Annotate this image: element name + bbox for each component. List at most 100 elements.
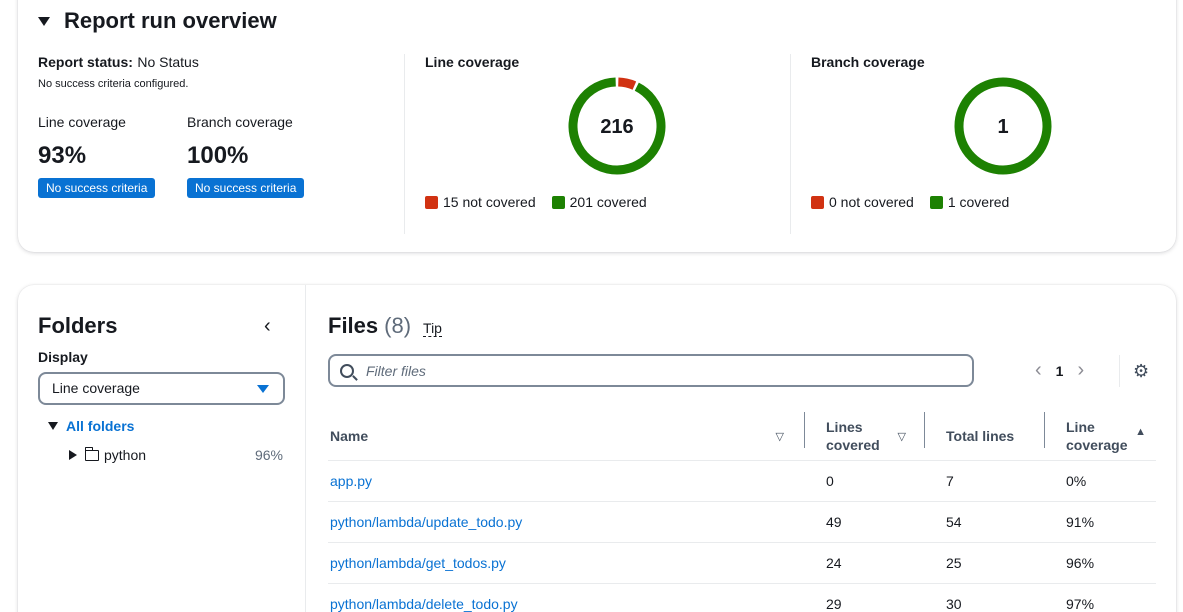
- column-lines-covered-label: Lines covered: [826, 418, 880, 453]
- column-header-name[interactable]: Name ▽: [328, 412, 806, 461]
- legend-not-covered-label: 0 not covered: [829, 194, 914, 210]
- display-select-value: Line coverage: [52, 380, 140, 396]
- branch-coverage-donut: 1: [954, 77, 1052, 175]
- legend-not-covered[interactable]: 15 not covered: [425, 194, 536, 210]
- lines-covered-cell: 49: [806, 501, 926, 543]
- search-icon: [340, 363, 354, 378]
- line-coverage-badge: No success criteria: [38, 178, 156, 198]
- legend-covered[interactable]: 201 covered: [551, 194, 647, 210]
- file-name-cell: python/lambda/get_todos.py: [328, 542, 806, 584]
- next-page-icon[interactable]: ›: [1077, 359, 1084, 382]
- column-name-label: Name: [330, 427, 369, 444]
- collapsed-caret-icon[interactable]: [69, 450, 77, 460]
- files-count: (8): [384, 313, 412, 338]
- table-row: python/lambda/update_todo.py 49 54 91%: [328, 501, 1156, 543]
- folder-coverage-pct: 96%: [254, 447, 283, 463]
- toolbar-divider: [1119, 355, 1120, 387]
- line-coverage-cell: 96%: [1046, 542, 1156, 584]
- pagination: ‹ 1 ›: [1035, 359, 1084, 382]
- previous-page-icon[interactable]: ‹: [1035, 359, 1042, 382]
- folders-panel: Folders ‹ Display Line coverage All fold…: [18, 285, 306, 612]
- branch-coverage-value: 100%: [187, 142, 249, 169]
- tree-all-folders[interactable]: All folders: [48, 418, 134, 434]
- lines-covered-cell: 0: [806, 460, 926, 502]
- file-name-cell: python/lambda/delete_todo.py: [328, 583, 806, 612]
- files-header: Files (8) Tip: [328, 313, 442, 339]
- folders-title: Folders: [38, 313, 118, 338]
- line-coverage-chart-column: Line coverage 216 15 not covered 201 cov…: [404, 54, 790, 234]
- file-name-cell: python/lambda/update_todo.py: [328, 501, 806, 543]
- files-panel: Files (8) Tip ‹ 1 › ⚙ Name ▽: [307, 285, 1176, 612]
- all-folders-label: All folders: [66, 418, 135, 434]
- line-chart-legend: 15 not covered 201 covered: [425, 194, 647, 210]
- total-lines-cell: 30: [926, 583, 1046, 612]
- line-coverage-value: 93%: [38, 142, 87, 169]
- branch-coverage-metric: Branch coverage 100% No success criteria: [187, 114, 305, 198]
- line-coverage-metric: Line coverage 93% No success criteria: [38, 114, 156, 198]
- tip-link[interactable]: Tip: [423, 320, 442, 337]
- file-name-cell: app.py: [328, 460, 806, 502]
- file-link[interactable]: python/lambda/get_todos.py: [330, 555, 506, 571]
- line-coverage-cell: 91%: [1046, 501, 1156, 543]
- sort-ascending-icon[interactable]: ▲: [1135, 426, 1146, 438]
- legend-covered-label: 1 covered: [947, 194, 1010, 210]
- column-header-line-coverage[interactable]: Line coverage ▲: [1044, 412, 1156, 461]
- files-card: Folders ‹ Display Line coverage All fold…: [18, 285, 1176, 612]
- current-page[interactable]: 1: [1056, 363, 1064, 379]
- folder-name: python: [104, 447, 147, 463]
- file-link[interactable]: python/lambda/update_todo.py: [330, 514, 522, 530]
- overview-title: Report run overview: [64, 8, 277, 33]
- sort-icon[interactable]: ▽: [898, 430, 906, 443]
- column-header-total-lines[interactable]: Total lines: [924, 412, 1046, 461]
- file-link[interactable]: python/lambda/delete_todo.py: [330, 596, 518, 612]
- legend-not-covered-label: 15 not covered: [443, 194, 536, 210]
- lines-covered-cell: 29: [806, 583, 926, 612]
- files-title: Files: [328, 313, 379, 338]
- display-label: Display: [38, 349, 88, 365]
- dropdown-caret-icon: [257, 385, 269, 393]
- display-select[interactable]: Line coverage: [38, 372, 285, 405]
- table-header-row: Name ▽ Lines covered ▽ Total lines Line …: [328, 412, 1156, 461]
- branch-donut-total: 1: [997, 116, 1008, 138]
- total-lines-cell: 7: [926, 460, 1046, 502]
- sort-icon[interactable]: ▽: [776, 430, 784, 443]
- line-chart-title: Line coverage: [425, 54, 520, 70]
- files-table: Name ▽ Lines covered ▽ Total lines Line …: [328, 412, 1156, 612]
- gear-icon[interactable]: ⚙: [1133, 361, 1149, 382]
- column-total-lines-label: Total lines: [946, 427, 1015, 444]
- line-coverage-cell: 0%: [1046, 460, 1156, 502]
- report-status-value: No Status: [137, 54, 199, 70]
- not-covered-swatch: [811, 195, 824, 209]
- column-line-coverage-label: Line coverage: [1066, 418, 1128, 453]
- branch-coverage-badge: No success criteria: [187, 178, 305, 198]
- line-coverage-donut: 216: [568, 77, 666, 175]
- column-header-lines-covered[interactable]: Lines covered ▽: [804, 412, 926, 461]
- criteria-note: No success criteria configured.: [38, 78, 189, 90]
- caret-down-icon[interactable]: [38, 16, 50, 26]
- legend-covered[interactable]: 1 covered: [929, 194, 1010, 210]
- filter-files-input[interactable]: [366, 362, 926, 379]
- total-lines-cell: 25: [926, 542, 1046, 584]
- total-lines-cell: 54: [926, 501, 1046, 543]
- line-coverage-label: Line coverage: [38, 114, 126, 130]
- file-link[interactable]: app.py: [330, 473, 372, 489]
- covered-swatch: [929, 195, 943, 209]
- tree-folder-python[interactable]: python 96%: [69, 446, 283, 463]
- table-row: python/lambda/get_todos.py 24 25 96%: [328, 542, 1156, 584]
- overview-header[interactable]: Report run overview: [38, 8, 277, 34]
- report-status-column: Report status: No Status No success crit…: [38, 54, 398, 234]
- collapse-panel-icon[interactable]: ‹: [264, 315, 271, 338]
- legend-not-covered[interactable]: 0 not covered: [811, 194, 914, 210]
- lines-covered-cell: 24: [806, 542, 926, 584]
- covered-swatch: [551, 195, 565, 209]
- filter-files-field[interactable]: [328, 354, 974, 387]
- expand-caret-icon[interactable]: [48, 422, 58, 430]
- line-coverage-cell: 97%: [1046, 583, 1156, 612]
- report-overview-card: Report run overview Report status: No St…: [18, 0, 1176, 252]
- not-covered-swatch: [425, 195, 438, 209]
- line-donut-total: 216: [600, 116, 633, 138]
- report-status-label: Report status:: [38, 54, 133, 70]
- branch-coverage-chart-column: Branch coverage 1 0 not covered 1 covere…: [790, 54, 1176, 234]
- branch-chart-title: Branch coverage: [811, 54, 925, 70]
- not-covered-slice: [617, 77, 637, 90]
